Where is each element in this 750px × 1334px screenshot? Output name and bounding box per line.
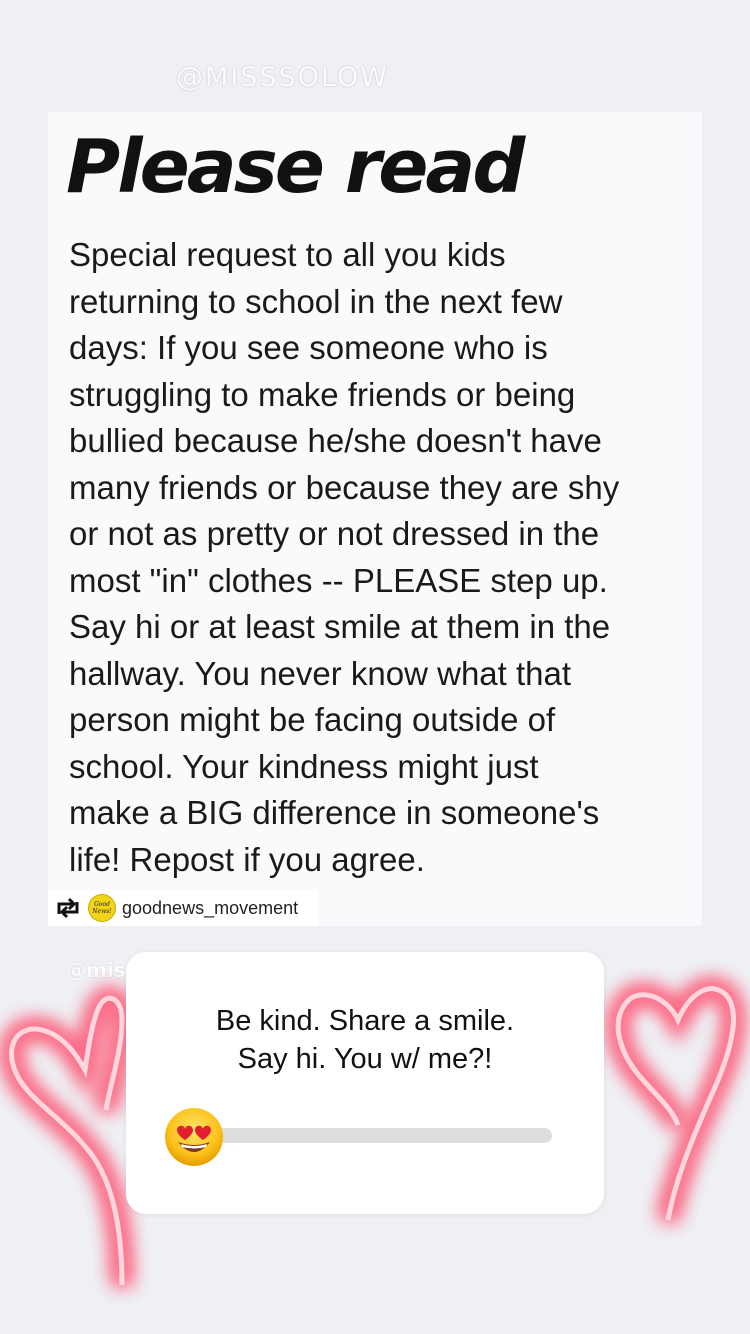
reposted-image-card: Please read Special request to all you k… [48, 112, 702, 926]
story-watermark-top: @MISSSOLOW [176, 62, 389, 93]
message-line: many friends or because they are shy [69, 468, 620, 506]
message-line: make a BIG difference in someone's [69, 794, 600, 831]
message-line: days: If you see someone who is [69, 329, 548, 366]
message-line: person might be facing outside of [69, 701, 556, 738]
message-body: Special request to all you kids returning… [69, 232, 697, 883]
message-line: school. Your kindness might just [69, 747, 539, 785]
heart-eyes-emoji-icon[interactable] [163, 1106, 225, 1168]
message-line: most "in" clothes -- PLEASE step up. [69, 561, 608, 599]
poll-question: Be kind. Share a smile. Say hi. You w/ m… [215, 1005, 515, 1075]
message-line: struggling to make friends or being [69, 375, 576, 413]
message-line: life! Repost if you agree. [69, 840, 425, 878]
message-line: Special request to all you kids [69, 236, 506, 273]
message-line: or not as pretty or not dressed in the [69, 515, 600, 552]
repost-arrows-icon [52, 892, 84, 924]
story-watermark-bottom: @mis [66, 958, 126, 982]
message-line: hallway. You never know what that [69, 654, 572, 692]
message-line: bullied because he/she doesn't have [69, 422, 602, 459]
emoji-slider-poll: Be kind. Share a smile. Say hi. You w/ m… [126, 952, 604, 1214]
slider-track[interactable] [206, 1128, 552, 1143]
message-line: returning to school in the next few [69, 282, 563, 320]
neon-heart-right-icon [609, 979, 743, 1222]
message-line: Say hi or at least smile at them in the [69, 608, 611, 645]
repost-username[interactable]: goodnews_movement [122, 898, 298, 919]
account-avatar: Good News! [88, 894, 116, 922]
repost-attribution[interactable]: Good News! goodnews_movement [48, 890, 318, 926]
headline: Please read [66, 124, 525, 210]
